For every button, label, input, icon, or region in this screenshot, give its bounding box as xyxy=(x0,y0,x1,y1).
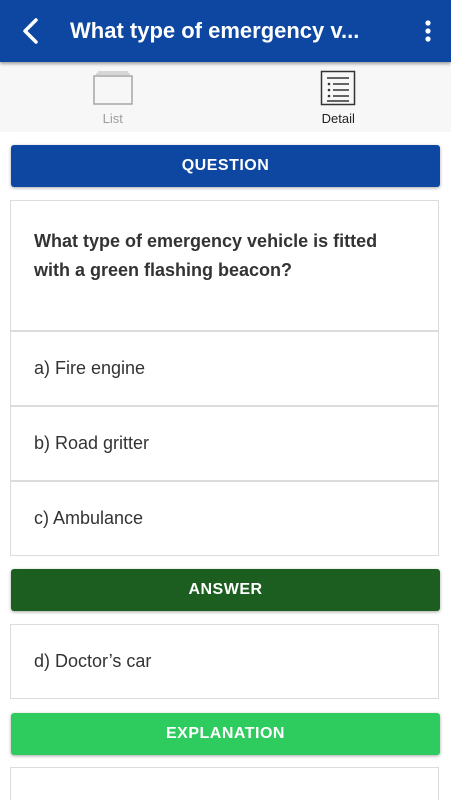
tab-detail-label: Detail xyxy=(321,111,355,126)
app-bar: What type of emergency v... xyxy=(0,0,451,62)
option-a[interactable]: a) Fire engine xyxy=(10,331,439,406)
explanation-card xyxy=(10,767,439,800)
list-cards-icon xyxy=(93,71,133,105)
tab-list[interactable]: List xyxy=(0,62,226,132)
more-options-button[interactable] xyxy=(405,0,451,62)
page-title: What type of emergency v... xyxy=(70,18,360,43)
view-tabs: List Detail xyxy=(0,62,451,132)
answer-header[interactable]: ANSWER xyxy=(11,569,440,611)
explanation-header[interactable]: EXPLANATION xyxy=(11,713,440,755)
detail-list-icon xyxy=(321,70,356,106)
tab-list-label: List xyxy=(102,111,123,126)
question-card: What type of emergency vehicle is fitted… xyxy=(10,200,439,331)
option-b[interactable]: b) Road gritter xyxy=(10,406,439,481)
back-arrow-icon xyxy=(23,18,38,44)
option-c[interactable]: c) Ambulance xyxy=(10,481,439,556)
question-header: QUESTION xyxy=(11,145,440,187)
answer-card: d) Doctor’s car xyxy=(10,624,439,699)
more-vert-icon xyxy=(425,20,431,42)
tab-detail[interactable]: Detail xyxy=(226,62,451,132)
question-text: What type of emergency vehicle is fitted… xyxy=(34,231,378,280)
detail-content: QUESTION What type of emergency vehicle … xyxy=(0,132,451,800)
back-button[interactable] xyxy=(0,0,62,62)
